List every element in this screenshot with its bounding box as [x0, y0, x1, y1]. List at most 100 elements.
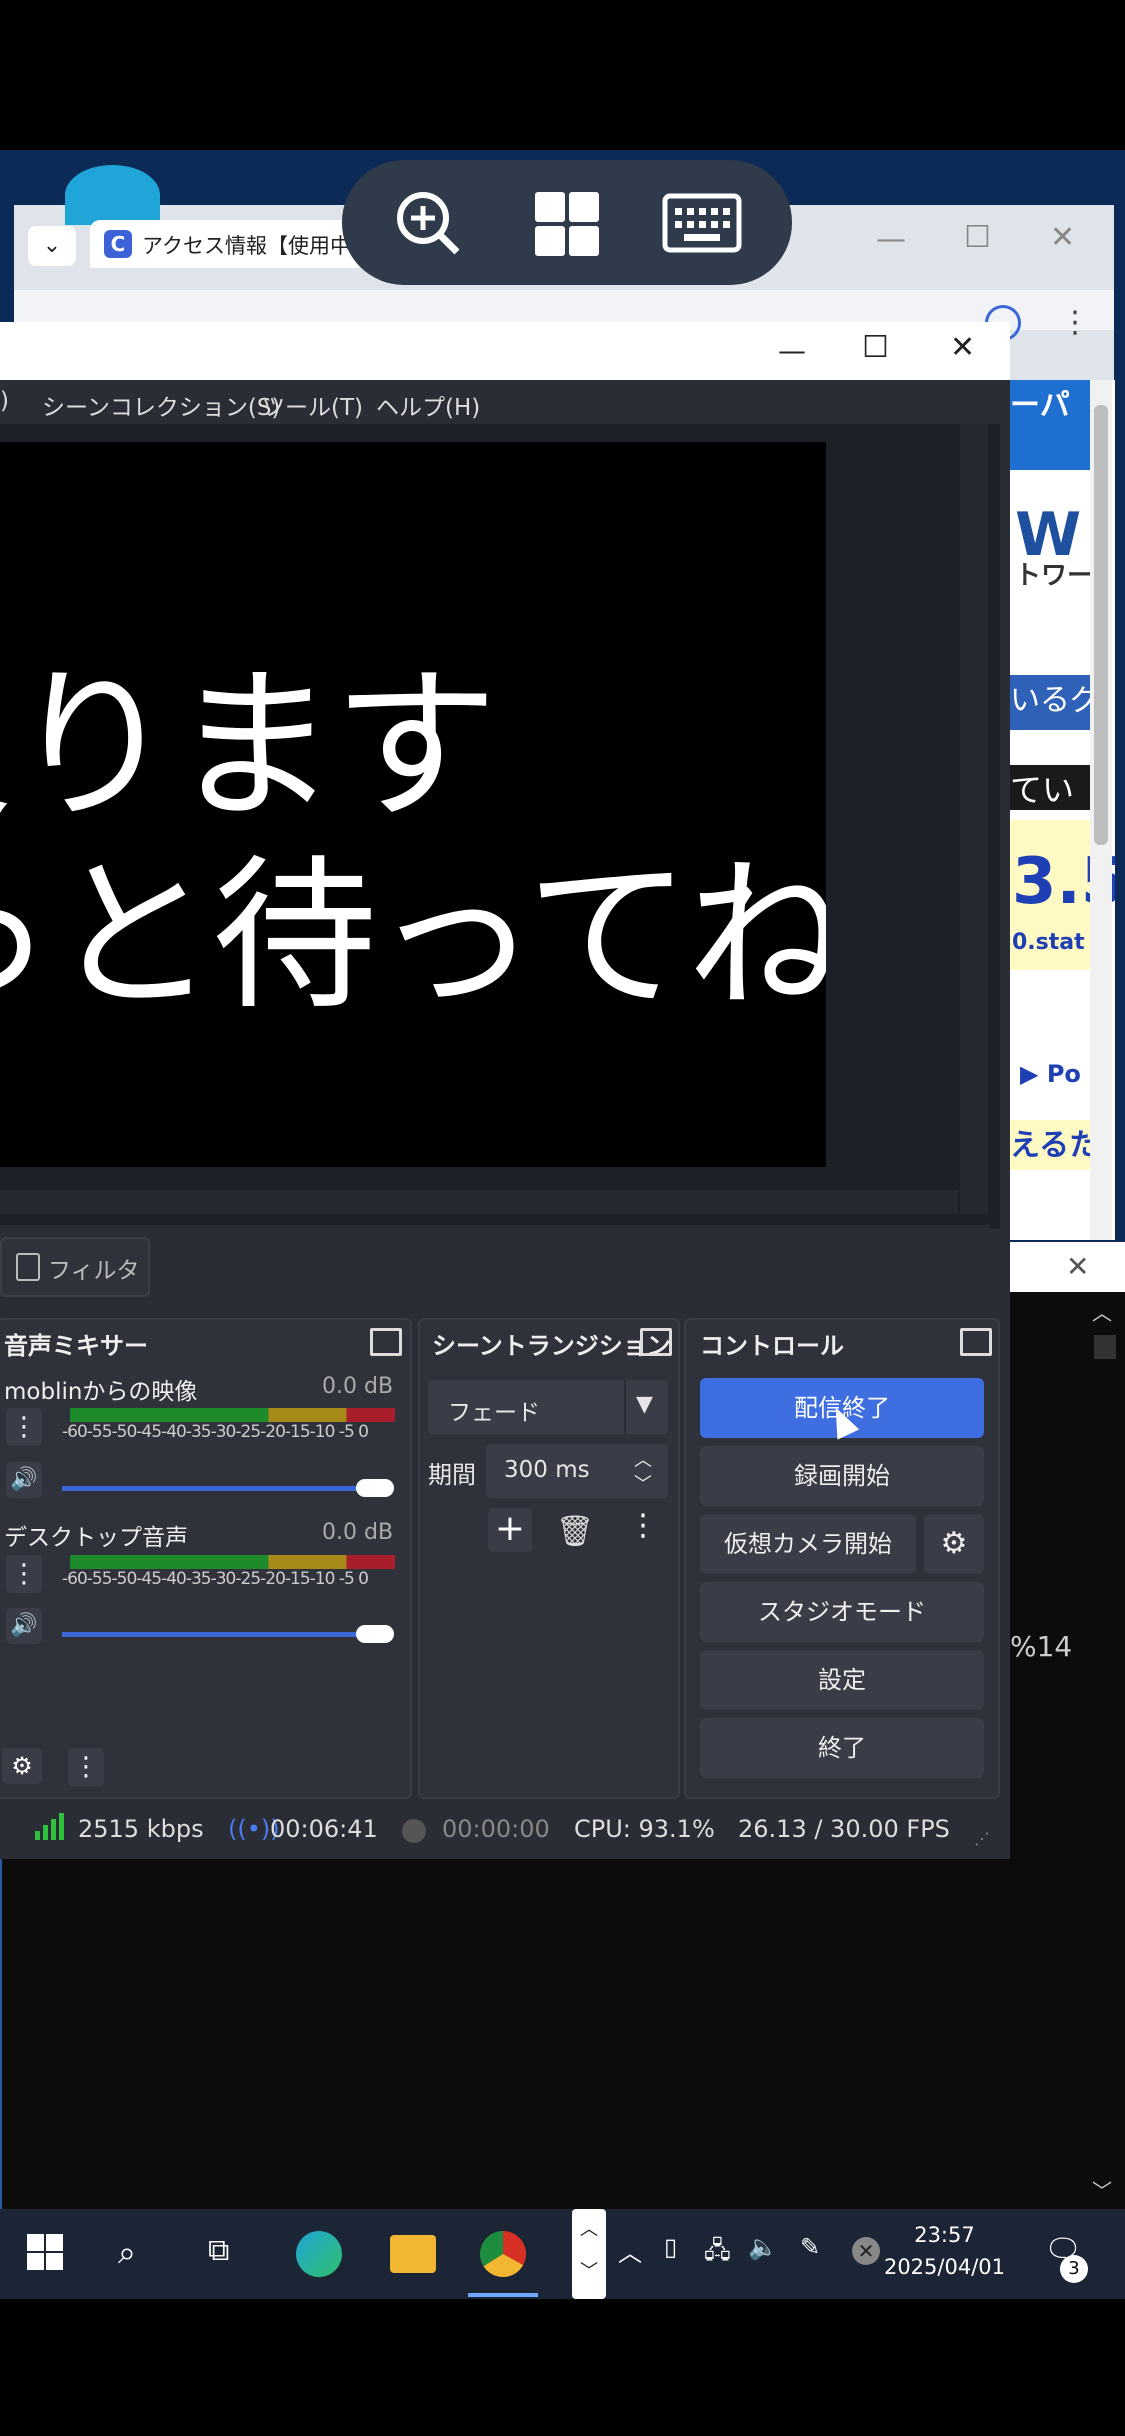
dock-float-icon[interactable]: [960, 1328, 992, 1356]
transition-select[interactable]: フェード ▼: [428, 1380, 668, 1434]
mixer-channel-db: 0.0 dB: [322, 1520, 394, 1545]
network-icon[interactable]: 🖧: [704, 2233, 731, 2274]
add-transition-icon[interactable]: +: [488, 1508, 532, 1552]
chrome-maximize-button[interactable]: ☐: [964, 220, 991, 255]
chrome-tab-active[interactable]: C アクセス情報【使用中: [90, 220, 360, 268]
obs-minimize-button[interactable]: —: [778, 334, 806, 367]
virtual-camera-settings-icon[interactable]: ⚙: [924, 1514, 984, 1574]
obs-titlebar: [0, 322, 1010, 380]
windows-start-icon[interactable]: [533, 190, 601, 262]
speaker-icon[interactable]: 🔊: [6, 1608, 42, 1644]
filter-icon: [16, 1253, 40, 1281]
filter-label: フィルタ: [48, 1258, 140, 1284]
terminal-text: %14: [1010, 1630, 1073, 1663]
volume-icon[interactable]: 🔈: [748, 2233, 778, 2261]
obs-maximize-button[interactable]: ☐: [862, 330, 889, 365]
obs-menubar: ) シーンコレクション(S) ツール(T) ヘルプ(H): [0, 380, 1010, 424]
mixer-settings-icon[interactable]: ⚙: [2, 1748, 42, 1784]
resize-grip-icon[interactable]: ⋰: [974, 1829, 990, 1848]
start-recording-button[interactable]: 録画開始: [700, 1446, 984, 1506]
preview-text-line-2: っと待ってね: [0, 840, 826, 1032]
mixer-channel-name: デスクトップ音声: [4, 1525, 188, 1551]
page-highlight-box: 3.5 0.stat: [1010, 820, 1115, 970]
terminal-scrollbar[interactable]: ︿ ﹀: [1092, 1295, 1120, 2205]
duration-spinbox[interactable]: 300 ms ︿ ﹀: [486, 1444, 668, 1498]
terminal-close-icon[interactable]: ✕: [1066, 1250, 1089, 1283]
obs-close-button[interactable]: ✕: [950, 330, 975, 365]
volume-meter: [70, 1555, 395, 1569]
exit-button[interactable]: 終了: [700, 1718, 984, 1778]
volume-slider-thumb[interactable]: [356, 1479, 394, 1497]
record-time: 00:00:00: [442, 1815, 550, 1843]
settings-button[interactable]: 設定: [700, 1650, 984, 1710]
meter-ticks: -60-55-50-45-40-35-30-25-20-15-10 -5 0: [62, 1422, 369, 1442]
keyboard-icon[interactable]: [662, 193, 742, 257]
page-header-band: ーパ: [1010, 380, 1090, 470]
usb-icon[interactable]: ▯: [664, 2233, 677, 2261]
mixer-channel-db: 0.0 dB: [322, 1374, 394, 1399]
preview-hscrollbar[interactable]: [0, 1190, 958, 1214]
active-app-indicator: [468, 2293, 538, 2297]
duration-value: 300 ms: [504, 1457, 590, 1483]
mixer-menu-icon[interactable]: ⋮: [68, 1748, 104, 1786]
volume-slider[interactable]: [62, 1486, 392, 1491]
obs-statusbar: 2515 kbps ((•)) 00:06:41 00:00:00 CPU: 9…: [0, 1803, 1010, 1859]
dock-float-icon[interactable]: [640, 1328, 672, 1356]
scroll-thumb[interactable]: [1094, 1335, 1116, 1359]
channel-menu-icon[interactable]: ⋮: [6, 1408, 42, 1446]
channel-menu-icon[interactable]: ⋮: [6, 1555, 42, 1593]
desktop-strip: [0, 1859, 1012, 2209]
edge-icon[interactable]: [296, 2231, 342, 2277]
zoom-in-icon[interactable]: [393, 188, 463, 262]
chrome-scroll-thumb[interactable]: [1094, 405, 1108, 845]
search-icon[interactable]: ⌕: [118, 2233, 136, 2272]
controls-title: コントロール: [700, 1332, 844, 1360]
volume-slider[interactable]: [62, 1632, 392, 1637]
pen-icon[interactable]: ✎: [800, 2233, 820, 2261]
menu-item-tools[interactable]: ツール(T): [262, 388, 363, 422]
transition-menu-icon[interactable]: ⋮: [628, 1508, 658, 1543]
dock-float-icon[interactable]: [370, 1328, 402, 1356]
edge-logo-partial: [65, 165, 160, 225]
duration-label: 期間: [428, 1461, 476, 1489]
chrome-icon[interactable]: [480, 2231, 526, 2277]
filter-button[interactable]: フィルタ: [0, 1237, 150, 1297]
task-view-icon[interactable]: ⧉: [208, 2233, 229, 2268]
windows-taskbar: ⌕ ⧉ ︿ ﹀ ︿ ▯ 🖧 🔈 ✎ ✕ 23:57 2025/04/01 🗨 3: [0, 2209, 1125, 2299]
scroll-up-icon[interactable]: ︿: [1092, 1297, 1112, 1326]
menu-item-help[interactable]: ヘルプ(H): [376, 388, 480, 422]
chrome-scrollbar[interactable]: [1090, 380, 1112, 1240]
studio-mode-button[interactable]: スタジオモード: [700, 1582, 984, 1642]
menu-item-scene-collection[interactable]: シーンコレクション(S): [42, 388, 280, 422]
menu-item-partial[interactable]: ): [0, 388, 9, 414]
chrome-menu-icon[interactable]: ⋮: [1060, 305, 1090, 340]
page-text-fragment: えるた: [1010, 1120, 1099, 1170]
chrome-tab-list-button[interactable]: ⌄: [28, 226, 76, 266]
transition-select-value: フェード: [448, 1400, 540, 1426]
windows-start-icon[interactable]: [26, 2233, 64, 2275]
chevron-down-icon[interactable]: ﹀: [634, 1470, 652, 1496]
volume-slider-thumb[interactable]: [356, 1625, 394, 1643]
tab-title: アクセス情報【使用中: [142, 234, 351, 258]
page-link[interactable]: ▶ Po: [1020, 1060, 1081, 1088]
notification-badge: 3: [1060, 2255, 1088, 2283]
taskbar-clock[interactable]: 23:57 2025/04/01: [884, 2219, 1005, 2283]
start-virtual-camera-button[interactable]: 仮想カメラ開始: [700, 1514, 916, 1574]
taskbar-scroll-icon[interactable]: ︿ ﹀: [572, 2209, 606, 2299]
audio-mixer-title: 音声ミキサー: [4, 1332, 148, 1360]
chrome-minimize-button[interactable]: —: [876, 222, 906, 257]
preview-scrollbar[interactable]: [960, 424, 988, 1214]
stream-preview[interactable]: 戻ります っと待ってね: [0, 442, 826, 1167]
show-hidden-icons-icon[interactable]: ︿: [618, 2233, 642, 2268]
mixer-channel-name: moblinからの映像: [4, 1379, 198, 1405]
signal-icon: [34, 1811, 64, 1847]
speaker-icon[interactable]: 🔊: [6, 1462, 42, 1498]
chevron-up-icon[interactable]: ︿: [634, 1446, 652, 1472]
page-text-fragment: 0.stat: [1012, 930, 1085, 955]
chrome-close-button[interactable]: ✕: [1050, 220, 1075, 255]
status-error-icon[interactable]: ✕: [852, 2237, 880, 2265]
scroll-down-icon[interactable]: ﹀: [1092, 2175, 1112, 2204]
clock-date: 2025/04/01: [883, 2255, 1005, 2279]
trash-icon[interactable]: 🗑: [556, 1514, 594, 1549]
file-explorer-icon[interactable]: [390, 2235, 436, 2273]
